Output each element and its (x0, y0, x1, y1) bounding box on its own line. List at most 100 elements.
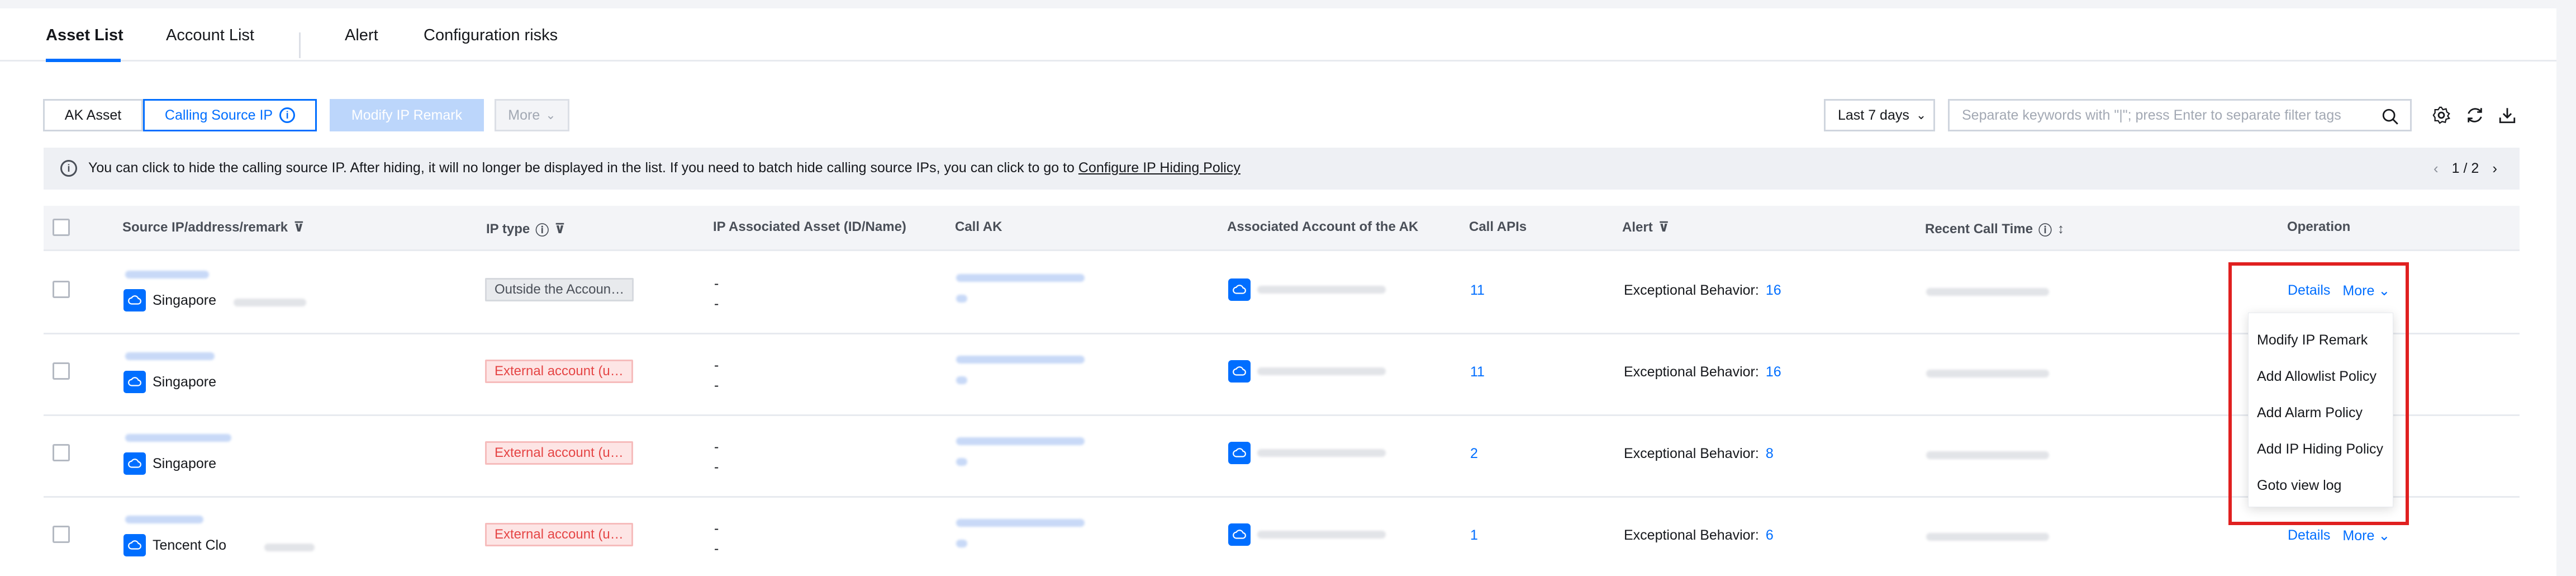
source-ip-redacted[interactable] (125, 516, 203, 523)
alert-count[interactable]: 8 (1766, 446, 1774, 461)
account-redacted (1257, 286, 1386, 294)
chevron-left-icon[interactable]: ‹ (2434, 160, 2439, 177)
source-ip-redacted[interactable] (125, 434, 231, 442)
column-source: Source IP/address/remark ⊽ (122, 219, 305, 235)
modify-ip-remark-button[interactable]: Modify IP Remark (330, 99, 484, 131)
row-checkbox[interactable] (53, 526, 70, 543)
call-ak-redacted (956, 295, 967, 303)
cloud-icon (1228, 442, 1251, 464)
search-icon[interactable] (2381, 107, 2400, 126)
region-label: Singapore (153, 292, 216, 308)
recent-call-time-redacted (1926, 451, 2049, 459)
table-row: Singapore Outside the Accoun… -- 11 Exce… (44, 253, 2520, 334)
tab-asset-list[interactable]: Asset List (46, 26, 123, 45)
asset-name: - (714, 459, 719, 475)
call-ak-redacted (956, 376, 967, 384)
chevron-down-icon: ⌄ (545, 108, 556, 122)
call-apis-count[interactable]: 1 (1470, 527, 1478, 544)
tab-divider (299, 32, 301, 58)
tab-alert[interactable]: Alert (345, 26, 378, 45)
select-all-checkbox[interactable] (53, 219, 70, 236)
cloud-icon (123, 452, 146, 475)
call-ak-redacted (956, 458, 967, 466)
notice-text: You can click to hide the calling source… (88, 160, 1241, 176)
alert-count[interactable]: 6 (1766, 527, 1774, 543)
region-label: Singapore (153, 374, 216, 390)
table-header: Source IP/address/remark ⊽ IP type ⓘ ⊽ I… (44, 206, 2520, 251)
tab-account-list[interactable]: Account List (166, 26, 254, 45)
associated-asset-cell: -- (714, 518, 719, 559)
alert-cell: Exceptional Behavior: 16 (1624, 282, 1781, 299)
ip-type-tag: External account (u… (485, 360, 633, 383)
asset-id: - (714, 276, 719, 291)
call-apis-count[interactable]: 11 (1470, 364, 1485, 380)
search-input[interactable] (1962, 107, 2375, 124)
configure-ip-hiding-policy-link[interactable]: Configure IP Hiding Policy (1078, 160, 1241, 176)
table-row: Tencent Clo External account (u… -- 1 Ex… (44, 498, 2520, 576)
call-ak-redacted[interactable] (956, 519, 1085, 527)
region-cell: Singapore (123, 452, 216, 475)
call-ak-redacted[interactable] (956, 274, 1085, 282)
more-actions-button[interactable]: More ⌄ (495, 99, 569, 131)
more-link[interactable]: More ⌄ (2342, 527, 2390, 544)
active-tab-indicator (46, 59, 121, 62)
account-redacted (1257, 449, 1386, 457)
recent-call-time-redacted (1926, 533, 2049, 541)
refresh-icon[interactable] (2465, 106, 2484, 125)
filter-icon[interactable]: ⊽ (554, 221, 565, 237)
asset-name: - (714, 377, 719, 393)
sort-icon[interactable]: ↕ (2057, 221, 2064, 237)
row-checkbox[interactable] (53, 444, 70, 461)
region-label: Tencent Clo (153, 537, 227, 553)
info-icon: ⓘ (2038, 223, 2052, 238)
call-ak-redacted[interactable] (956, 437, 1085, 445)
date-range-value: Last 7 days (1838, 107, 1909, 123)
ak-asset-button[interactable]: AK Asset (43, 99, 143, 131)
column-associated-account: Associated Account of the AK (1227, 219, 1419, 234)
column-alert: Alert ⊽ (1622, 219, 1669, 235)
asset-id: - (714, 521, 719, 536)
calling-source-ip-button[interactable]: Calling Source IP i (143, 99, 317, 131)
call-apis-count[interactable]: 2 (1470, 446, 1478, 462)
chevron-right-icon[interactable]: › (2492, 160, 2497, 177)
tab-configuration-risks[interactable]: Configuration risks (424, 26, 558, 45)
chevron-down-icon: ⌄ (1916, 108, 1927, 122)
alert-count[interactable]: 16 (1766, 364, 1781, 380)
source-ip-redacted[interactable] (125, 352, 215, 360)
alert-label: Exceptional Behavior: (1624, 364, 1759, 380)
calling-source-ip-label: Calling Source IP (164, 107, 273, 123)
details-link[interactable]: Details (2288, 527, 2330, 544)
account-redacted (1257, 531, 1386, 539)
source-ip-redacted[interactable] (125, 271, 209, 278)
column-call-apis: Call APIs (1469, 219, 1527, 234)
column-source-label: Source IP/address/remark (122, 219, 288, 235)
row-checkbox[interactable] (53, 281, 70, 298)
filter-icon[interactable]: ⊽ (293, 219, 305, 235)
chevron-down-icon: ⌄ (2378, 528, 2390, 544)
cloud-icon (1228, 278, 1251, 301)
alert-count[interactable]: 16 (1766, 282, 1781, 298)
alert-cell: Exceptional Behavior: 16 (1624, 364, 1781, 380)
cloud-icon (1228, 360, 1251, 383)
info-icon: ⓘ (535, 223, 549, 238)
gear-icon[interactable] (2432, 106, 2451, 125)
row-checkbox[interactable] (53, 362, 70, 380)
search-box[interactable] (1948, 99, 2412, 131)
date-range-select[interactable]: Last 7 days ⌄ (1824, 99, 1935, 131)
column-alert-label: Alert (1622, 219, 1653, 235)
call-ak-redacted[interactable] (956, 356, 1085, 363)
cloud-icon (1228, 523, 1251, 546)
filter-icon[interactable]: ⊽ (1658, 219, 1670, 235)
cloud-icon (123, 289, 146, 311)
column-call-ak: Call AK (955, 219, 1002, 234)
region-redacted (264, 544, 315, 551)
ip-type-tag: External account (u… (485, 441, 633, 465)
download-icon[interactable] (2498, 106, 2517, 125)
row-operations: Details More ⌄ (2288, 527, 2390, 544)
alert-cell: Exceptional Behavior: 6 (1624, 527, 1774, 544)
associated-asset-cell: -- (714, 273, 719, 314)
notice-pager: ‹ 1 / 2 › (2434, 160, 2497, 177)
column-recent-call-time-label: Recent Call Time (1925, 221, 2033, 237)
call-apis-count[interactable]: 11 (1470, 282, 1485, 299)
column-recent-call-time: Recent Call Time ⓘ ↕ (1925, 219, 2064, 239)
